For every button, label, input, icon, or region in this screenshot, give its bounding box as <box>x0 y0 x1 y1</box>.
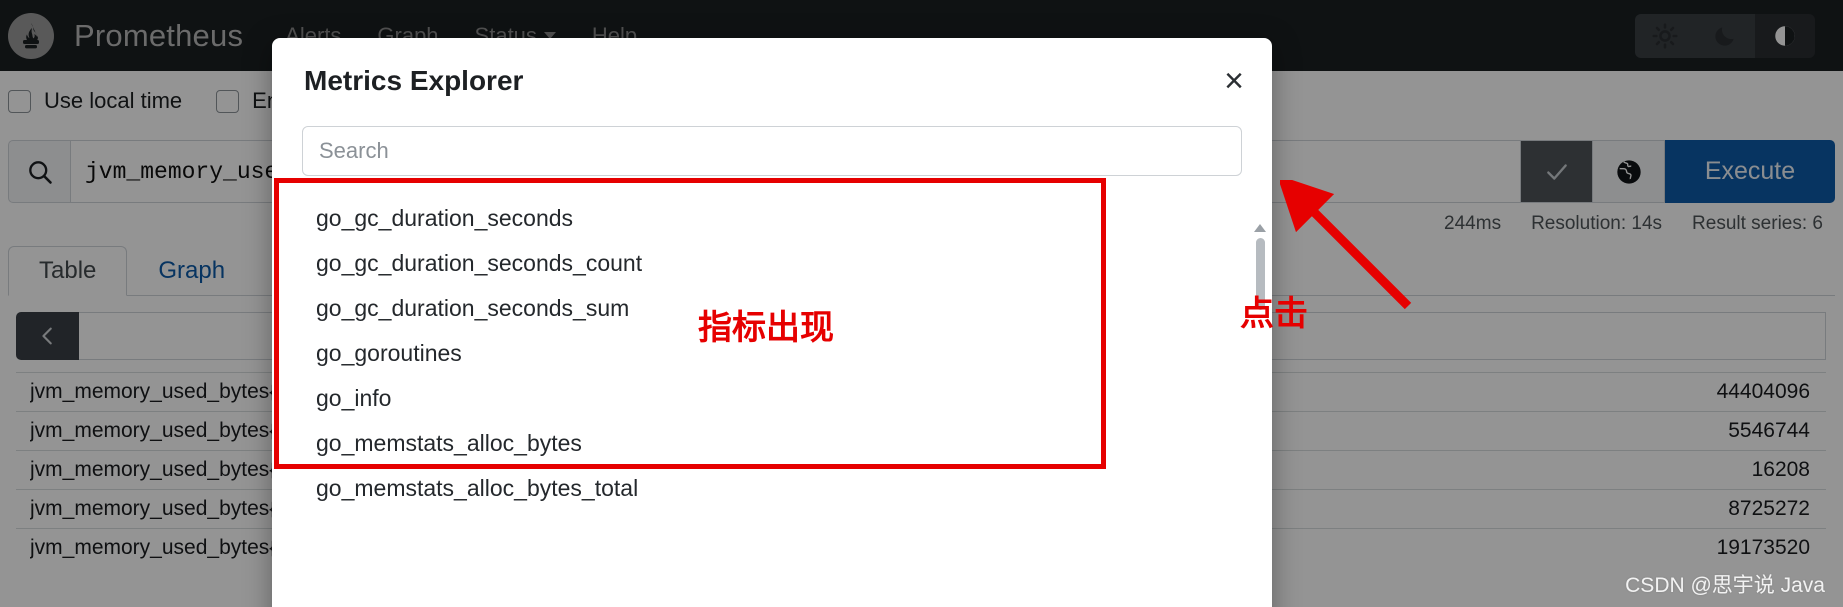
modal-body: Search go_gc_duration_seconds go_gc_dura… <box>272 126 1272 607</box>
annotation-highlight-label: 指标出现 <box>698 309 834 347</box>
list-item[interactable]: go_memstats_alloc_bytes <box>302 421 1242 466</box>
search-input[interactable]: Search <box>302 126 1242 176</box>
modal-scrollbar[interactable] <box>1254 224 1266 607</box>
screenshot-root: Prometheus Alerts Graph Status Help Use … <box>0 0 1843 607</box>
metric-list: go_gc_duration_seconds go_gc_duration_se… <box>302 196 1242 511</box>
list-item[interactable]: go_gc_duration_seconds <box>302 196 1242 241</box>
annotation-click-label: 点击 <box>1240 295 1308 333</box>
modal-title: Metrics Explorer <box>304 65 524 96</box>
watermark: CSDN @思宇说 Java <box>1625 574 1825 597</box>
scroll-up-icon[interactable] <box>1254 224 1266 232</box>
list-item[interactable]: go_memstats_alloc_bytes_total <box>302 466 1242 511</box>
close-icon[interactable]: × <box>1224 64 1244 98</box>
list-item[interactable]: go_info <box>302 376 1242 421</box>
list-item[interactable]: go_gc_duration_seconds_count <box>302 241 1242 286</box>
modal-header: Metrics Explorer × <box>272 38 1272 124</box>
